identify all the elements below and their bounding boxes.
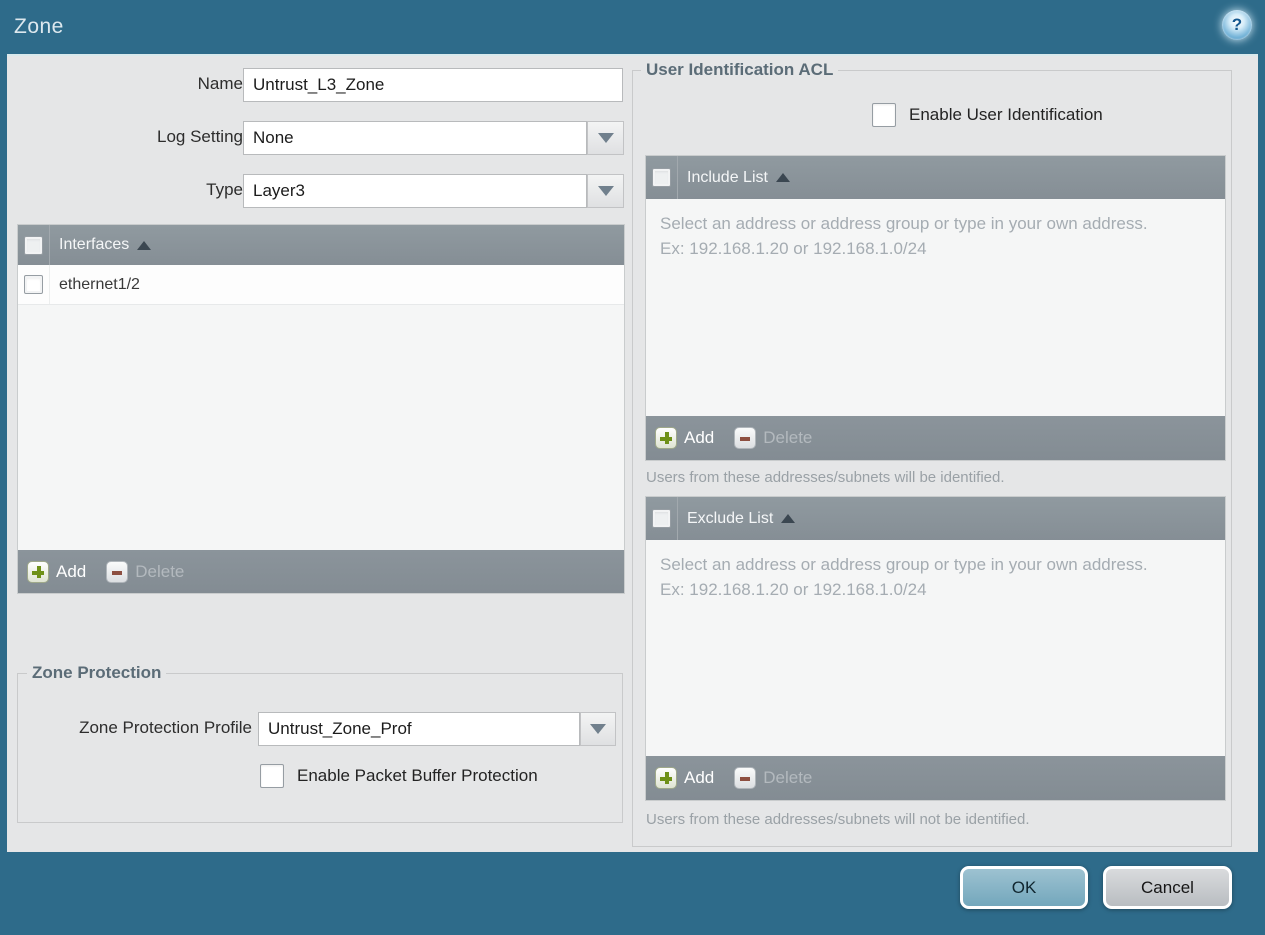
exclude-add-button[interactable]: Add — [655, 767, 714, 789]
packet-buffer-protection-row: Enable Packet Buffer Protection — [260, 764, 538, 788]
interface-row-checkbox-cell — [18, 265, 50, 304]
type-input[interactable] — [243, 174, 587, 208]
name-row: Name — [7, 68, 627, 102]
dialog-footer: OK Cancel — [0, 852, 1265, 935]
delete-icon — [734, 767, 757, 789]
log-setting-row: Log Setting — [7, 121, 627, 155]
exclude-list-caption: Users from these addresses/subnets will … — [646, 811, 1030, 828]
interfaces-table: Interfaces ethernet1/2 Add Delete — [17, 224, 625, 594]
dialog-content-panel: Name Log Setting Type Interfa — [7, 54, 1258, 852]
include-select-all-cell — [646, 156, 678, 199]
add-icon — [655, 767, 677, 789]
interface-row[interactable]: ethernet1/2 — [18, 265, 624, 305]
exclude-select-all-checkbox[interactable] — [652, 509, 671, 528]
zone-protection-profile-row: Zone Protection Profile — [18, 712, 618, 746]
ok-button[interactable]: OK — [960, 866, 1088, 909]
include-delete-button[interactable]: Delete — [734, 427, 812, 449]
interface-name: ethernet1/2 — [59, 275, 140, 293]
include-list-header[interactable]: Include List — [646, 156, 1225, 199]
exclude-list-toolbar: Add Delete — [646, 756, 1225, 800]
exclude-list-body[interactable]: Select an address or address group or ty… — [646, 540, 1225, 756]
zone-protection-profile-input[interactable] — [258, 712, 580, 746]
log-setting-input[interactable] — [243, 121, 587, 155]
interface-row-checkbox[interactable] — [24, 275, 43, 294]
add-button-label: Add — [684, 768, 715, 787]
add-icon — [655, 427, 677, 449]
type-dropdown-button[interactable] — [587, 174, 624, 208]
packet-buffer-protection-label: Enable Packet Buffer Protection — [297, 766, 538, 785]
type-row: Type — [7, 174, 627, 208]
sort-asc-icon — [137, 240, 152, 250]
help-icon[interactable]: ? — [1222, 10, 1252, 40]
interfaces-toolbar: Add Delete — [18, 550, 624, 593]
chevron-down-icon — [590, 724, 606, 734]
dialog-titlebar: Zone ? — [0, 0, 1265, 54]
add-icon — [27, 560, 49, 583]
cancel-button[interactable]: Cancel — [1103, 866, 1232, 909]
interfaces-add-button[interactable]: Add — [27, 560, 87, 583]
include-list-caption: Users from these addresses/subnets will … — [646, 469, 1005, 486]
interfaces-select-all-checkbox[interactable] — [24, 235, 43, 255]
sort-asc-icon — [781, 514, 796, 523]
delete-button-label: Delete — [135, 561, 185, 581]
zone-protection-legend: Zone Protection — [27, 663, 167, 683]
delete-button-label: Delete — [763, 768, 813, 787]
zone-protection-profile-label: Zone Protection Profile — [79, 718, 252, 737]
include-list-header-label: Include List — [687, 168, 768, 186]
include-list-table: Include List Select an address or addres… — [645, 155, 1226, 461]
help-glyph: ? — [1231, 15, 1243, 34]
packet-buffer-protection-checkbox[interactable] — [260, 764, 284, 788]
name-input[interactable] — [243, 68, 623, 102]
delete-icon — [734, 427, 757, 449]
add-button-label: Add — [684, 428, 715, 447]
dialog-title: Zone — [14, 15, 64, 38]
sort-asc-icon — [775, 173, 790, 182]
include-add-button[interactable]: Add — [655, 427, 714, 449]
exclude-list-placeholder: Select an address or address group or ty… — [660, 555, 1148, 599]
enable-user-identification-checkbox[interactable] — [872, 103, 896, 127]
exclude-list-header-label: Exclude List — [687, 509, 774, 527]
zone-protection-profile-dropdown-button[interactable] — [580, 712, 616, 746]
add-button-label: Add — [56, 561, 87, 581]
exclude-delete-button[interactable]: Delete — [734, 767, 812, 789]
user-identification-acl-section: User Identification ACL Enable User Iden… — [632, 60, 1232, 847]
delete-button-label: Delete — [763, 428, 813, 447]
log-setting-label: Log Setting — [156, 127, 243, 146]
interfaces-delete-button[interactable]: Delete — [106, 560, 185, 583]
include-list-placeholder: Select an address or address group or ty… — [660, 214, 1148, 258]
zone-protection-section: Zone Protection Zone Protection Profile … — [17, 663, 623, 823]
include-list-toolbar: Add Delete — [646, 416, 1225, 460]
chevron-down-icon — [597, 186, 614, 196]
include-list-body[interactable]: Select an address or address group or ty… — [646, 199, 1225, 416]
enable-user-identification-label: Enable User Identification — [909, 105, 1103, 124]
interfaces-select-all-cell — [18, 225, 50, 265]
enable-user-identification-row: Enable User Identification — [872, 103, 1103, 127]
interfaces-header-label: Interfaces — [59, 236, 130, 253]
type-label: Type — [206, 180, 243, 199]
exclude-select-all-cell — [646, 497, 678, 540]
exclude-list-table: Exclude List Select an address or addres… — [645, 496, 1226, 801]
interfaces-table-body: ethernet1/2 — [18, 265, 624, 550]
interfaces-table-header[interactable]: Interfaces — [18, 225, 624, 265]
delete-icon — [106, 560, 129, 583]
log-setting-dropdown-button[interactable] — [587, 121, 624, 155]
name-label: Name — [197, 74, 243, 93]
chevron-down-icon — [597, 133, 614, 143]
include-select-all-checkbox[interactable] — [652, 168, 671, 187]
user-identification-acl-legend: User Identification ACL — [641, 60, 839, 80]
exclude-list-header[interactable]: Exclude List — [646, 497, 1225, 540]
